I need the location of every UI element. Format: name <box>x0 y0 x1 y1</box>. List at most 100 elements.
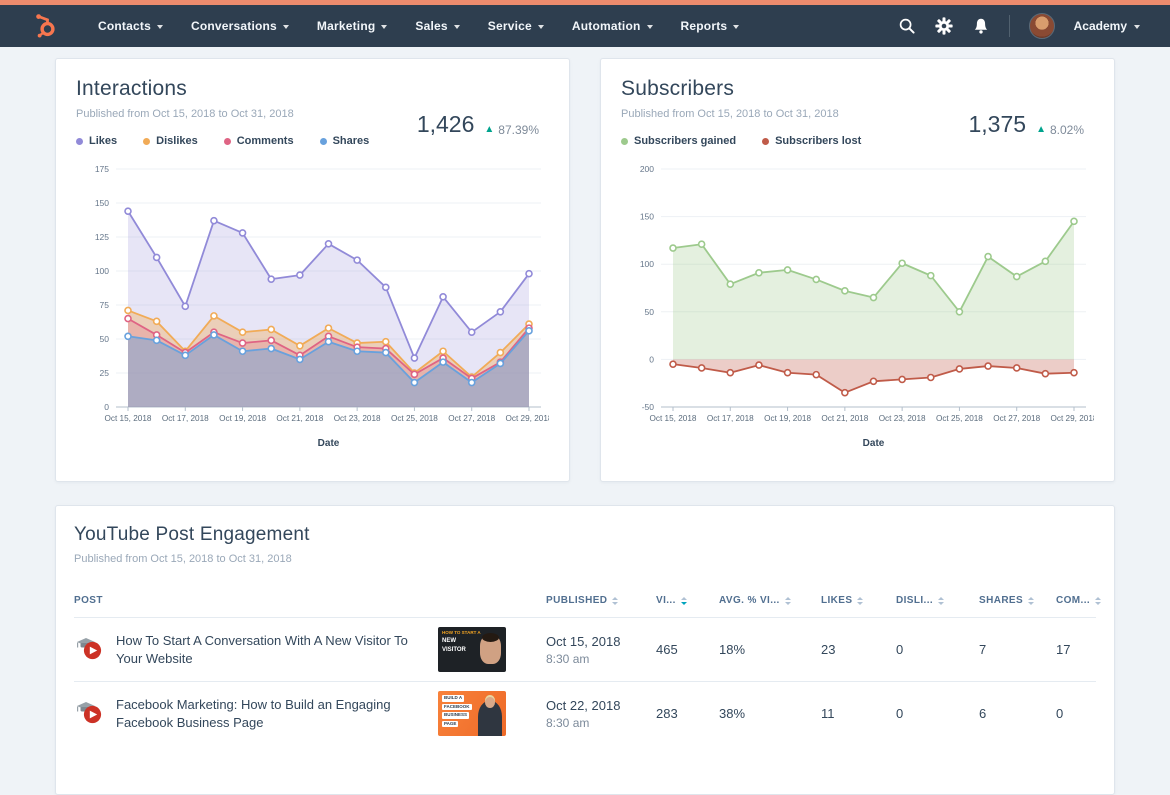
column-label: COM... <box>1056 595 1091 606</box>
chevron-down-icon <box>1134 24 1140 29</box>
thumbnail-person <box>478 697 502 736</box>
column-header-likes[interactable]: LIKES <box>821 595 896 606</box>
notifications-bell-icon[interactable] <box>972 17 990 35</box>
nav-item-label: Sales <box>415 19 448 33</box>
legend-item-comments[interactable]: Comments <box>223 135 294 147</box>
youtube-channel-icon <box>74 698 104 730</box>
sort-icon <box>612 596 619 605</box>
post-cell: How To Start A Conversation With A New V… <box>74 632 438 667</box>
svg-text:150: 150 <box>95 198 109 208</box>
nav-item-reports[interactable]: Reports <box>667 5 754 47</box>
legend-label: Likes <box>89 135 118 147</box>
engagement-subtitle: Published from Oct 15, 2018 to Oct 31, 2… <box>74 553 292 565</box>
nav-item-service[interactable]: Service <box>474 5 558 47</box>
post-cell: Facebook Marketing: How to Build an Enga… <box>74 696 438 731</box>
main-menu: Contacts Conversations Marketing Sales Servi… <box>84 5 753 47</box>
hubspot-logo[interactable] <box>30 12 58 40</box>
svg-text:Oct 15, 2018: Oct 15, 2018 <box>105 414 152 423</box>
svg-text:75: 75 <box>100 300 110 310</box>
video-thumbnail[interactable]: HOW TO START A NEW VISITOR <box>438 627 506 672</box>
chevron-down-icon <box>537 24 544 29</box>
svg-text:Oct 15, 2018: Oct 15, 2018 <box>650 414 697 423</box>
column-label: SHARES <box>979 595 1024 606</box>
published-time: 8:30 am <box>546 651 590 666</box>
youtube-channel-icon <box>74 634 104 666</box>
svg-text:Oct 23, 2018: Oct 23, 2018 <box>334 414 381 423</box>
column-header-published[interactable]: PUBLISHED <box>546 595 656 606</box>
dislikes-value: 0 <box>896 706 904 721</box>
published-time: 8:30 am <box>546 715 590 730</box>
column-header-vi[interactable]: VI... <box>656 595 719 606</box>
published-date: Oct 22, 2018 <box>546 697 621 713</box>
shares-value: 7 <box>979 642 987 657</box>
settings-gear-icon[interactable] <box>935 17 953 35</box>
nav-item-contacts[interactable]: Contacts <box>84 5 177 47</box>
engagement-title: YouTube Post Engagement <box>74 524 310 545</box>
svg-text:25: 25 <box>100 368 110 378</box>
svg-text:200: 200 <box>640 164 654 174</box>
post-title[interactable]: Facebook Marketing: How to Build an Enga… <box>116 696 418 731</box>
svg-text:Oct 23, 2018: Oct 23, 2018 <box>879 414 926 423</box>
views-value: 283 <box>656 706 678 721</box>
nav-item-conversations[interactable]: Conversations <box>177 5 303 47</box>
shares-value: 6 <box>979 706 987 721</box>
nav-item-label: Contacts <box>98 19 151 33</box>
svg-text:Oct 21, 2018: Oct 21, 2018 <box>821 414 868 423</box>
nav-item-marketing[interactable]: Marketing <box>303 5 401 47</box>
column-label: DISLI... <box>896 595 934 606</box>
legend-dot <box>621 137 628 145</box>
svg-text:Oct 25, 2018: Oct 25, 2018 <box>391 414 438 423</box>
svg-text:Date: Date <box>318 438 340 449</box>
interactions-card: Interactions Published from Oct 15, 2018… <box>55 58 570 482</box>
svg-text:175: 175 <box>95 164 109 174</box>
chevron-down-icon <box>733 24 740 29</box>
account-label: Academy <box>1073 19 1127 33</box>
legend-dot <box>762 137 770 145</box>
column-label: POST <box>74 595 103 606</box>
table-row[interactable]: How To Start A Conversation With A New V… <box>74 617 1096 681</box>
sort-icon <box>938 596 945 605</box>
chevron-down-icon <box>156 24 163 29</box>
nav-item-automation[interactable]: Automation <box>558 5 667 47</box>
column-header-avg%vi[interactable]: AVG. % VI... <box>719 595 821 606</box>
table-row[interactable]: Facebook Marketing: How to Build an Enga… <box>74 681 1096 745</box>
comments-value: 0 <box>1056 706 1064 721</box>
nav-divider <box>1008 15 1010 37</box>
thumbnail-person <box>480 633 501 664</box>
dashboard-main: Interactions Published from Oct 15, 2018… <box>0 47 1170 795</box>
legend-label: Subscribers gained <box>634 135 737 147</box>
account-menu[interactable]: Academy <box>1074 19 1140 33</box>
svg-text:Oct 21, 2018: Oct 21, 2018 <box>276 414 323 423</box>
svg-text:100: 100 <box>640 259 654 269</box>
column-header-disli[interactable]: DISLI... <box>896 595 979 606</box>
svg-text:Oct 17, 2018: Oct 17, 2018 <box>707 414 754 423</box>
sort-icon <box>784 596 791 605</box>
legend-item-shares[interactable]: Shares <box>319 135 369 147</box>
legend-item-likes[interactable]: Likes <box>76 135 117 147</box>
youtube-engagement-card: YouTube Post Engagement Published from O… <box>55 505 1115 795</box>
svg-text:0: 0 <box>649 354 654 364</box>
nav-item-label: Service <box>487 19 532 33</box>
legend-item-dislikes[interactable]: Dislikes <box>143 135 198 147</box>
nav-item-label: Marketing <box>316 19 376 33</box>
legend-item-subscribers-gained[interactable]: Subscribers gained <box>621 135 736 147</box>
published-cell: Oct 22, 2018 8:30 am <box>546 698 656 730</box>
column-header-post: POST <box>74 595 438 606</box>
svg-text:100: 100 <box>95 266 109 276</box>
column-header-com[interactable]: COM... <box>1056 595 1102 606</box>
chevron-down-icon <box>646 24 653 29</box>
post-title[interactable]: How To Start A Conversation With A New V… <box>116 632 418 667</box>
sort-icon <box>1028 596 1035 605</box>
avg-viewed-value: 38% <box>719 706 746 721</box>
column-header-shares[interactable]: SHARES <box>979 595 1056 606</box>
nav-item-sales[interactable]: Sales <box>401 5 473 47</box>
legend-item-subscribers-lost[interactable]: Subscribers lost <box>762 135 861 147</box>
user-avatar[interactable] <box>1028 13 1055 39</box>
video-thumbnail[interactable]: BUILD A FACEBOOK BUSINESS PAGE <box>438 691 506 736</box>
subscribers-title: Subscribers <box>621 77 735 100</box>
subscribers-chart[interactable]: -50 0 50 100 150 200 Oct 15, 2018 Oct 17, 2018 O… <box>621 159 1094 451</box>
sort-icon <box>857 596 864 605</box>
legend-dot <box>143 137 151 145</box>
interactions-chart[interactable]: 0 25 50 75 100 125 150 175 Oct 15, 2018 Oct 17, 2… <box>76 159 549 451</box>
search-icon[interactable] <box>898 17 916 35</box>
